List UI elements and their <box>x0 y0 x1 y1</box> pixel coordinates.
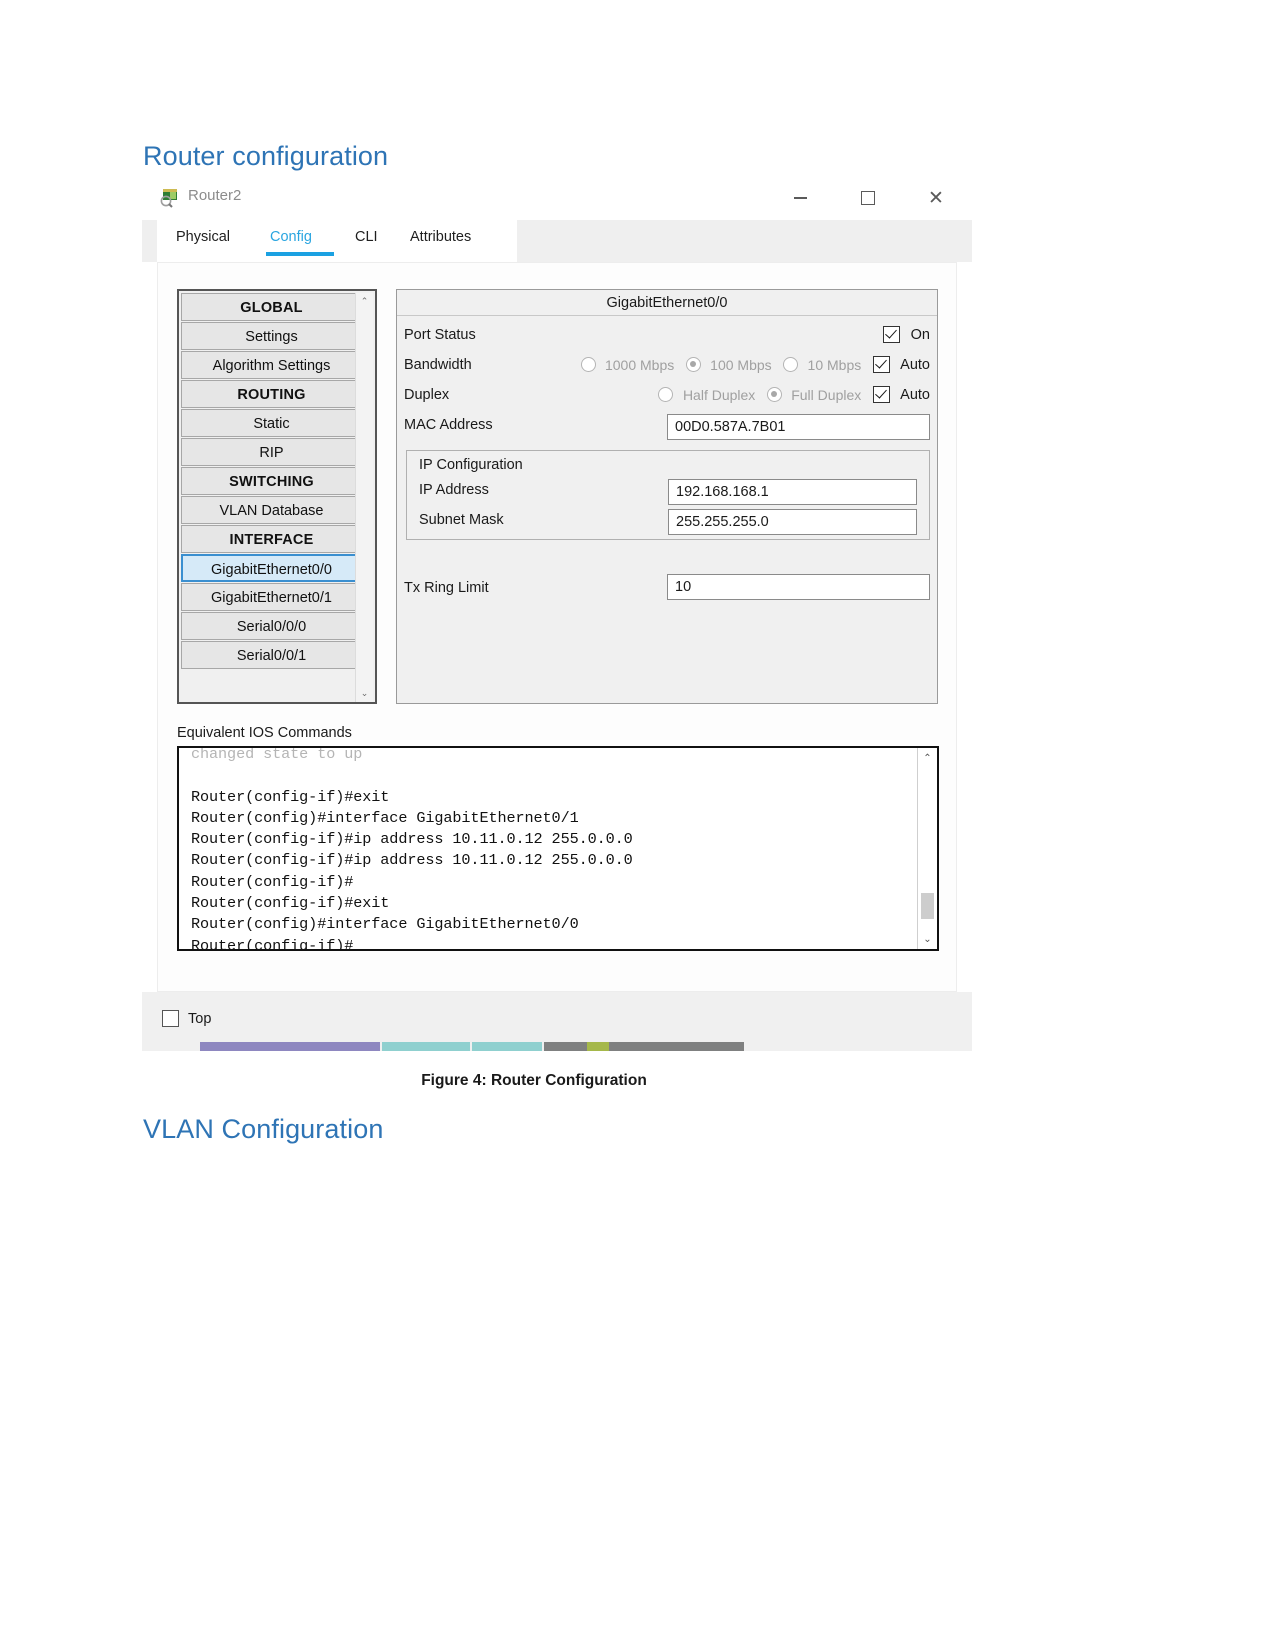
duplex-controls: Half Duplex Full Duplex Auto <box>658 386 930 404</box>
ios-commands-text: changed state to up Router(config-if)#ex… <box>191 746 633 951</box>
duplex-radio-full[interactable] <box>766 387 782 403</box>
packet-tracer-router-icon <box>159 186 181 208</box>
ip-configuration-title: IP Configuration <box>419 457 523 473</box>
sidebar-item-static[interactable]: Static <box>181 409 362 437</box>
duplex-row: Duplex Half Duplex Full Duplex Auto <box>397 382 937 412</box>
sidebar-item-serial0-0-1[interactable]: Serial0/0/1 <box>181 641 362 669</box>
bandwidth-row: Bandwidth 1000 Mbps 100 Mbps 10 Mbps Aut… <box>397 352 937 382</box>
mac-address-input[interactable]: 00D0.587A.7B01 <box>667 414 930 440</box>
equivalent-ios-commands-label: Equivalent IOS Commands <box>177 725 352 741</box>
packet-tracer-window: Router2 ✕ Physical Config CLI Attributes… <box>142 176 972 1051</box>
sidebar-item-routing[interactable]: ROUTING <box>181 380 362 408</box>
console-scroll-up-icon[interactable]: ⌃ <box>918 749 937 767</box>
duplex-label: Duplex <box>404 387 450 403</box>
mac-address-label: MAC Address <box>404 417 493 433</box>
clipped-taskbar-strip <box>142 1042 972 1051</box>
bandwidth-label-10: 10 Mbps <box>807 356 862 373</box>
taskbar-segment-3 <box>472 1042 542 1051</box>
console-scroll-down-icon[interactable]: ⌄ <box>918 930 937 948</box>
taskbar-segment-4 <box>544 1042 744 1051</box>
close-button[interactable]: ✕ <box>913 176 959 220</box>
ip-address-label: IP Address <box>419 482 489 498</box>
taskbar-segment-1 <box>200 1042 380 1051</box>
duplex-radio-half[interactable] <box>658 387 674 403</box>
sidebar-item-algorithm-settings[interactable]: Algorithm Settings <box>181 351 362 379</box>
tx-ring-limit-label: Tx Ring Limit <box>404 580 489 596</box>
top-checkbox-label: Top <box>188 1011 212 1027</box>
port-status-checkbox[interactable] <box>883 326 901 344</box>
sidebar-item-global[interactable]: GLOBAL <box>181 293 362 321</box>
config-category-items: GLOBAL Settings Algorithm Settings ROUTI… <box>181 293 362 670</box>
port-status-checkbox-label: On <box>910 326 930 343</box>
ios-commands-console[interactable]: changed state to up Router(config-if)#ex… <box>177 746 939 951</box>
sidebar-item-rip[interactable]: RIP <box>181 438 362 466</box>
subnet-mask-label: Subnet Mask <box>419 512 504 528</box>
sidebar-item-gigabitethernet0-0[interactable]: GigabitEthernet0/0 <box>181 554 362 582</box>
ip-address-input[interactable]: 192.168.168.1 <box>668 479 917 505</box>
minimize-icon <box>793 197 807 199</box>
bandwidth-label: Bandwidth <box>404 357 472 373</box>
interface-panel-title: GigabitEthernet0/0 <box>397 290 937 316</box>
config-content-area: GLOBAL Settings Algorithm Settings ROUTI… <box>157 262 957 992</box>
sidebar-item-switching[interactable]: SWITCHING <box>181 467 362 495</box>
tab-cli[interactable]: CLI <box>355 229 378 245</box>
tab-strip: Physical Config CLI Attributes <box>142 220 972 262</box>
bandwidth-label-1000: 1000 Mbps <box>604 356 675 373</box>
port-status-row: Port Status On <box>397 322 937 352</box>
duplex-auto-checkbox[interactable] <box>872 386 890 404</box>
ios-command-lines: Router(config-if)#exit Router(config)#in… <box>191 787 633 951</box>
sidebar-item-serial0-0-0[interactable]: Serial0/0/0 <box>181 612 362 640</box>
top-checkbox[interactable] <box>162 1010 179 1028</box>
top-checkbox-wrap[interactable] <box>162 1010 179 1028</box>
active-tab-indicator <box>266 252 334 256</box>
port-status-label: Port Status <box>404 327 476 343</box>
minimize-button[interactable] <box>777 176 823 220</box>
figure-caption: Figure 4: Router Configuration <box>421 1072 647 1089</box>
page-heading-router-configuration: Router configuration <box>143 141 389 171</box>
sidebar-item-settings[interactable]: Settings <box>181 322 362 350</box>
scroll-down-icon[interactable]: ⌄ <box>356 685 373 702</box>
console-scroll-thumb[interactable] <box>921 893 934 919</box>
bandwidth-label-100: 100 Mbps <box>710 356 772 373</box>
duplex-auto-label: Auto <box>900 386 930 403</box>
config-category-list: GLOBAL Settings Algorithm Settings ROUTI… <box>177 289 377 704</box>
maximize-button[interactable] <box>845 176 891 220</box>
tab-config[interactable]: Config <box>270 229 312 245</box>
bandwidth-radio-100[interactable] <box>685 357 701 373</box>
document-page: Router configuration Router2 ✕ Physical … <box>0 0 1275 1651</box>
sidebar-item-interface[interactable]: INTERFACE <box>181 525 362 553</box>
subnet-mask-input[interactable]: 255.255.255.0 <box>668 509 917 535</box>
bandwidth-controls: 1000 Mbps 100 Mbps 10 Mbps Auto <box>580 356 930 374</box>
window-titlebar: Router2 ✕ <box>142 176 972 221</box>
bandwidth-radio-1000[interactable] <box>580 357 596 373</box>
tx-ring-limit-input[interactable]: 10 <box>667 574 930 600</box>
window-title: Router2 <box>188 187 242 204</box>
port-status-control: On <box>883 326 930 344</box>
console-scrollbar[interactable]: ⌃ ⌄ <box>917 748 937 949</box>
tab-attributes[interactable]: Attributes <box>410 229 471 245</box>
bandwidth-auto-label: Auto <box>900 356 930 373</box>
scroll-up-icon[interactable]: ⌃ <box>356 293 373 310</box>
taskbar-segment-2 <box>382 1042 470 1051</box>
duplex-label-full: Full Duplex <box>791 386 862 403</box>
sidebar-item-gigabitethernet0-1[interactable]: GigabitEthernet0/1 <box>181 583 362 611</box>
interface-settings-panel: GigabitEthernet0/0 Port Status On Bandwi… <box>396 289 938 704</box>
sidebar-item-vlan-database[interactable]: VLAN Database <box>181 496 362 524</box>
tab-physical[interactable]: Physical <box>176 229 230 245</box>
bandwidth-auto-checkbox[interactable] <box>872 356 890 374</box>
page-heading-vlan-configuration: VLAN Configuration <box>143 1114 384 1144</box>
ios-clipped-line: changed state to up <box>191 746 363 763</box>
sidebar-scrollbar[interactable]: ⌃ ⌄ <box>355 293 373 702</box>
ip-configuration-group: IP Configuration IP Address 192.168.168.… <box>406 450 930 540</box>
taskbar-segment-5 <box>587 1042 609 1051</box>
duplex-label-half: Half Duplex <box>682 386 756 403</box>
maximize-icon <box>861 191 875 205</box>
bandwidth-radio-10[interactable] <box>783 357 799 373</box>
